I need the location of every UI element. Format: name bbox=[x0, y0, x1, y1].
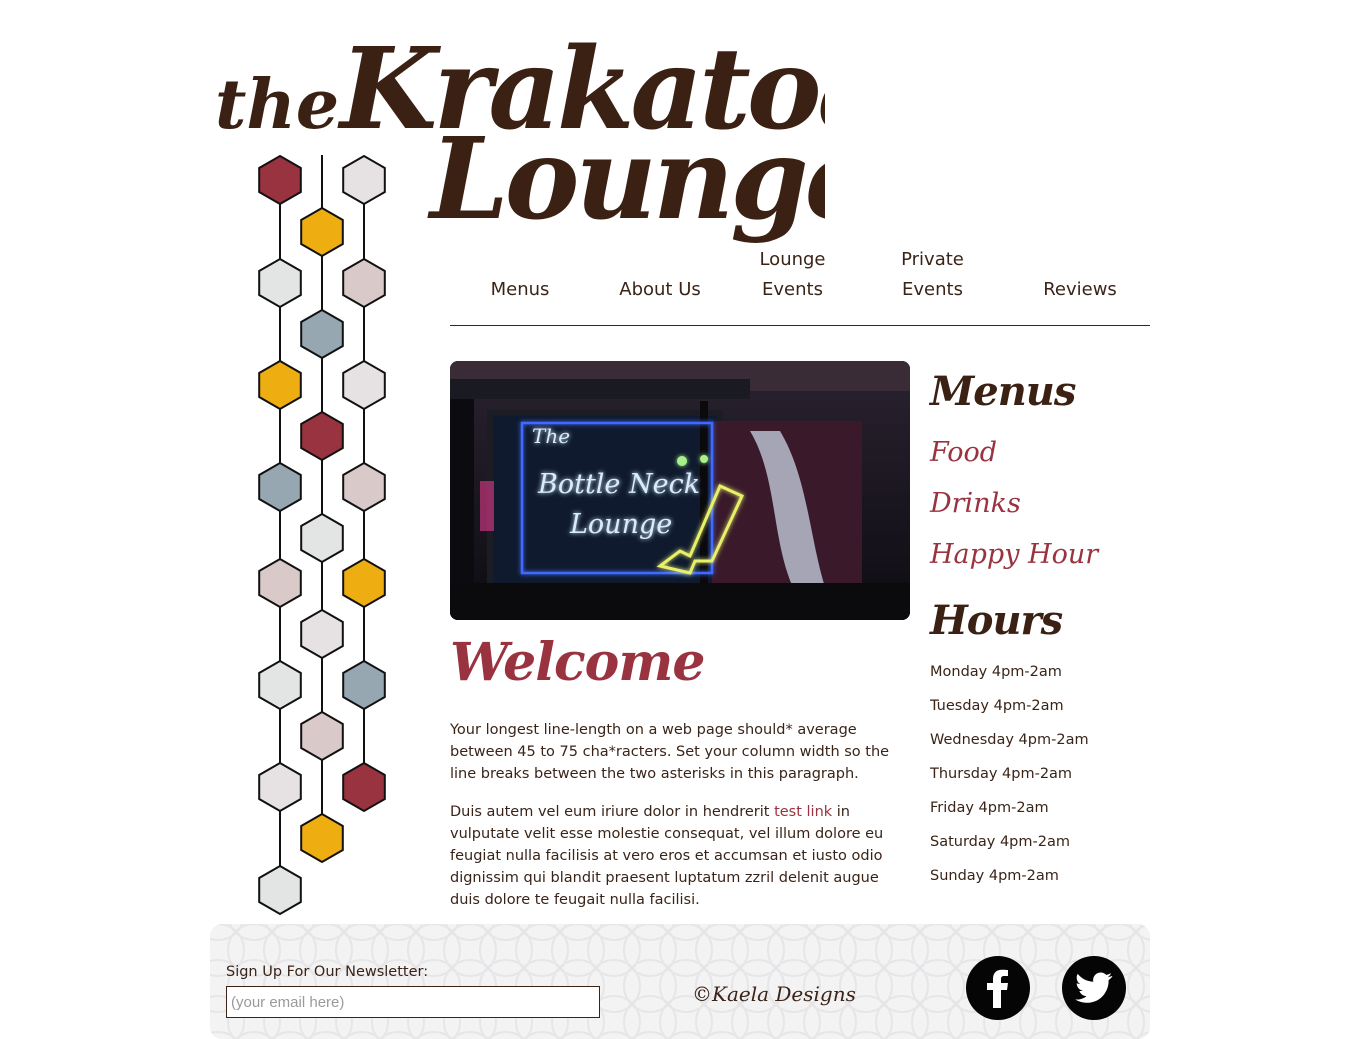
sign-line-1: The bbox=[532, 424, 570, 448]
hexagon-shape bbox=[342, 659, 386, 711]
hexagon-shape bbox=[342, 761, 386, 813]
nav-about-us[interactable]: About Us bbox=[610, 275, 710, 305]
nav-reviews[interactable]: Reviews bbox=[1030, 275, 1130, 305]
hours-sunday: Sunday 4pm-2am bbox=[930, 868, 1059, 884]
hexagon-decoration bbox=[250, 150, 400, 920]
hours-wednesday: Wednesday 4pm-2am bbox=[930, 732, 1089, 748]
nav-menus[interactable]: Menus bbox=[480, 275, 560, 305]
hexagon-shape bbox=[342, 154, 386, 206]
designer-credit: ©Kaela Designs bbox=[692, 982, 856, 1006]
hexagon-shape bbox=[258, 761, 302, 813]
nav-private-events[interactable]: Private Events bbox=[890, 245, 975, 305]
menu-link-happy-hour[interactable]: Happy Hour bbox=[930, 539, 1098, 570]
sign-line-2: Bottle Neck bbox=[537, 469, 700, 500]
test-link[interactable]: test link bbox=[774, 804, 832, 820]
newsletter-label: Sign Up For Our Newsletter: bbox=[226, 964, 429, 980]
hexagon-shape bbox=[342, 461, 386, 513]
hexagon-shape bbox=[300, 710, 344, 762]
hexagon-shape bbox=[300, 512, 344, 564]
neon-sign-photo: The Bottle Neck Lounge bbox=[450, 361, 910, 620]
hours-thursday: Thursday 4pm-2am bbox=[930, 766, 1073, 782]
hexagon-shape bbox=[300, 410, 344, 462]
hexagon-shape bbox=[258, 557, 302, 609]
sign-line-3: Lounge bbox=[569, 509, 672, 540]
hero-photo: The Bottle Neck Lounge bbox=[450, 361, 910, 620]
twitter-icon bbox=[1075, 972, 1113, 1003]
paragraph-text-before: Duis autem vel eum iriure dolor in hendr… bbox=[450, 804, 775, 820]
menus-heading: Menus bbox=[930, 368, 1076, 415]
facebook-button[interactable] bbox=[966, 956, 1030, 1020]
hexagon-shape bbox=[342, 257, 386, 309]
logo-word-the: the bbox=[215, 65, 339, 145]
hexagon-shape bbox=[300, 206, 344, 258]
twitter-button[interactable] bbox=[1062, 956, 1126, 1020]
nav-lounge-events[interactable]: Lounge Events bbox=[745, 245, 840, 305]
main-nav: Menus About Us Lounge Events Private Eve… bbox=[450, 245, 1150, 326]
logo-word-lounge: Lounge bbox=[427, 114, 825, 245]
hexagon-shape bbox=[300, 308, 344, 360]
newsletter-email-input[interactable] bbox=[226, 986, 600, 1018]
facebook-icon bbox=[987, 969, 1008, 1008]
menu-link-food[interactable]: Food bbox=[930, 437, 997, 468]
hexagon-shape bbox=[258, 864, 302, 916]
intro-paragraph: Your longest line-length on a web page s… bbox=[450, 722, 890, 782]
hexagon-shape bbox=[342, 557, 386, 609]
pattern-circle bbox=[1127, 959, 1150, 1013]
hexagon-shape bbox=[300, 812, 344, 864]
hours-monday: Monday 4pm-2am bbox=[930, 664, 1062, 680]
hexagon-shape bbox=[258, 257, 302, 309]
hexagon-chain-graphic bbox=[258, 154, 386, 916]
hours-friday: Friday 4pm-2am bbox=[930, 800, 1049, 816]
hours-saturday: Saturday 4pm-2am bbox=[930, 834, 1070, 850]
hexagon-shape bbox=[300, 608, 344, 660]
hexagon-shape bbox=[258, 461, 302, 513]
hexagon-shape bbox=[258, 154, 302, 206]
hexagon-shape bbox=[342, 359, 386, 411]
menu-link-drinks[interactable]: Drinks bbox=[930, 488, 1021, 519]
hours-tuesday: Tuesday 4pm-2am bbox=[930, 698, 1064, 714]
pattern-circle bbox=[1127, 924, 1150, 977]
hours-heading: Hours bbox=[930, 597, 1063, 644]
welcome-heading: Welcome bbox=[450, 632, 705, 693]
site-footer: Sign Up For Our Newsletter: ©Kaela Desig… bbox=[210, 924, 1150, 1039]
body-paragraph: Duis autem vel eum iriure dolor in hendr… bbox=[450, 801, 910, 911]
hexagon-shape bbox=[258, 359, 302, 411]
hexagon-shape bbox=[258, 659, 302, 711]
